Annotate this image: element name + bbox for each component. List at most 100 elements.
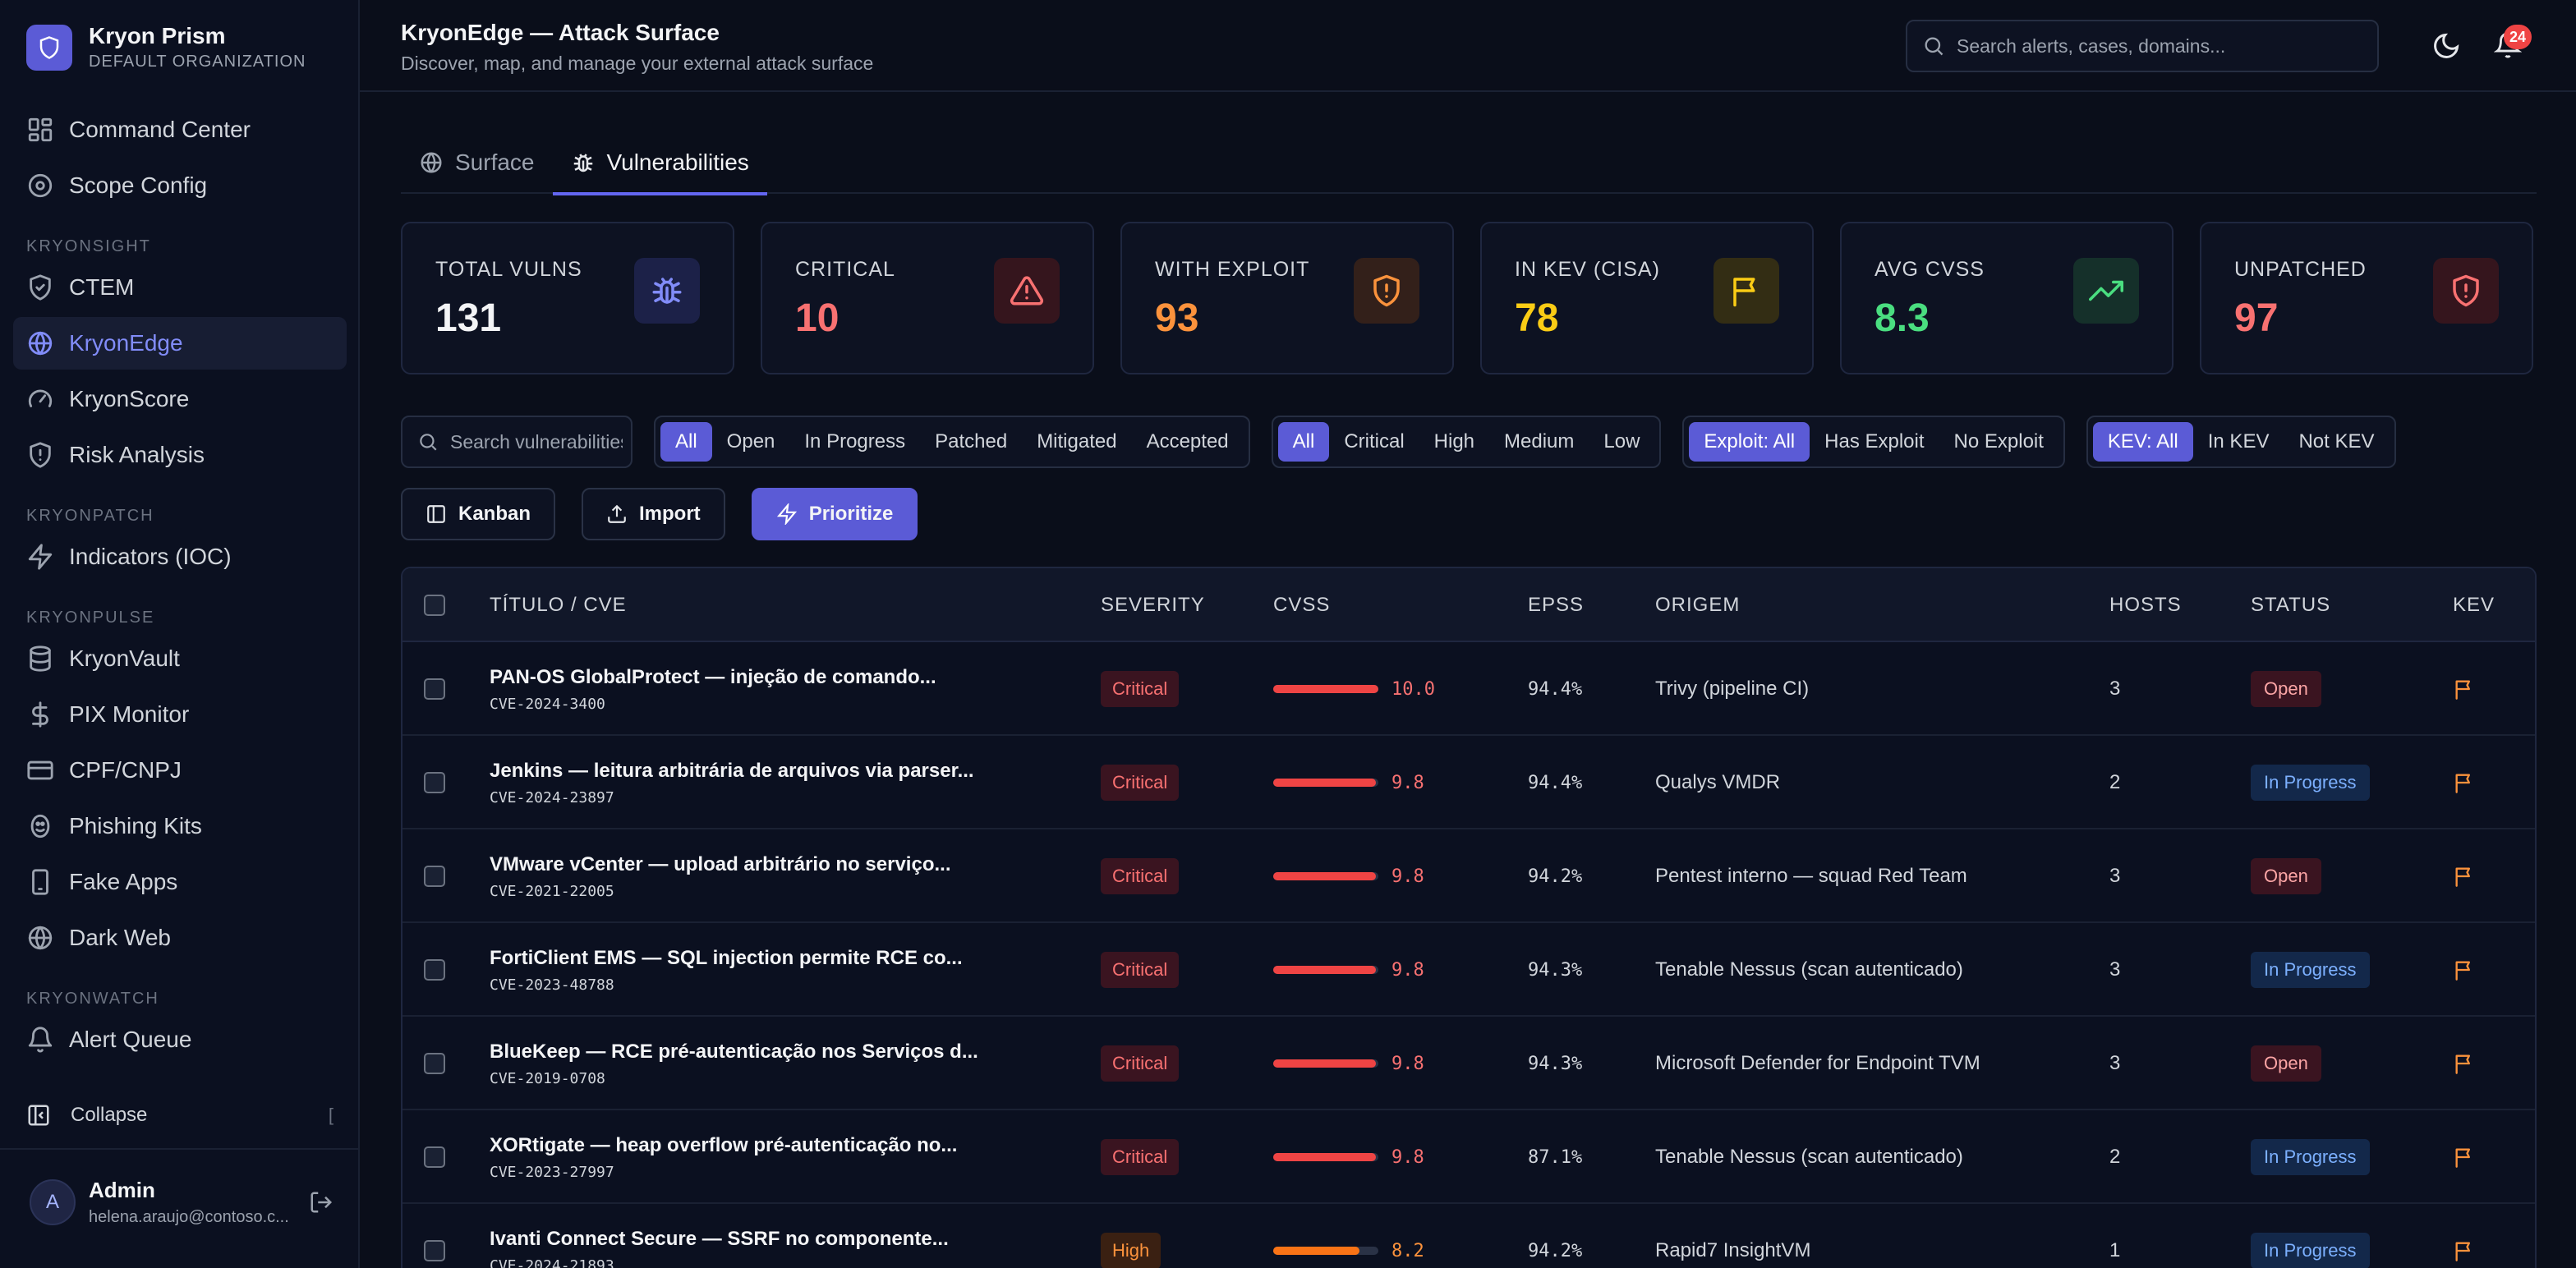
sidebar-item-label: Fake Apps <box>69 869 178 894</box>
sidebar-item-kryonedge[interactable]: KryonEdge <box>13 317 347 370</box>
sidebar-item-label: Indicators (IOC) <box>69 544 232 569</box>
row-checkbox[interactable] <box>424 678 445 700</box>
epss-value: 94.2% <box>1528 1240 1583 1261</box>
vulnerability-title[interactable]: Jenkins — leitura arbitrária de arquivos… <box>490 760 974 783</box>
status-filter-mitigated[interactable]: Mitigated <box>1022 422 1131 462</box>
column-status[interactable]: STATUS <box>2251 568 2330 642</box>
prioritize-button[interactable]: Prioritize <box>751 488 918 540</box>
vulnerability-title[interactable]: VMware vCenter — upload arbitrário no se… <box>490 853 950 876</box>
tab-label: Vulnerabilities <box>606 149 749 175</box>
status-filter-accepted[interactable]: Accepted <box>1132 422 1244 462</box>
row-checkbox[interactable] <box>424 772 445 793</box>
tab-surface[interactable]: Surface <box>401 131 553 194</box>
exploit-filter-no-exploit[interactable]: No Exploit <box>1939 422 2058 462</box>
severity-filter-high[interactable]: High <box>1419 422 1489 462</box>
collapse-button[interactable]: Collapse [ <box>26 1099 334 1132</box>
table-row[interactable]: Ivanti Connect Secure — SSRF no componen… <box>402 1204 2535 1268</box>
severity-filter-low[interactable]: Low <box>1589 422 1654 462</box>
global-search[interactable] <box>1906 20 2379 72</box>
global-search-input[interactable] <box>1957 34 2367 57</box>
cvss-bar-fill <box>1273 1153 1377 1161</box>
tabs: Surface Vulnerabilities <box>401 131 2537 195</box>
column-severity[interactable]: SEVERITY <box>1101 568 1205 642</box>
status-filter-all[interactable]: All <box>660 422 712 462</box>
column-title[interactable]: TÍTULO / CVE <box>490 568 627 642</box>
row-checkbox[interactable] <box>424 1053 445 1074</box>
sidebar-item-dark-web[interactable]: Dark Web <box>13 912 347 964</box>
vulnerability-title[interactable]: FortiClient EMS — SQL injection permite … <box>490 947 963 970</box>
sidebar-item-alert-queue[interactable]: Alert Queue <box>13 1013 347 1066</box>
kev-filter-not-kev[interactable]: Not KEV <box>2284 422 2389 462</box>
vulnerability-title[interactable]: PAN-OS GlobalProtect — injeção de comand… <box>490 666 936 689</box>
collapse-icon <box>28 1105 49 1126</box>
status-filter-patched[interactable]: Patched <box>920 422 1022 462</box>
vulnerability-search-input[interactable] <box>450 430 623 453</box>
vulnerability-title[interactable]: BlueKeep — RCE pré-autenticação nos Serv… <box>490 1041 978 1064</box>
import-button[interactable]: Import <box>582 488 725 540</box>
column-cvss[interactable]: CVSS <box>1273 568 1330 642</box>
kev-filter-kev-all[interactable]: KEV: All <box>2092 422 2193 462</box>
sidebar-item-cpf-cnpj[interactable]: CPF/CNPJ <box>13 744 347 797</box>
table-row[interactable]: FortiClient EMS — SQL injection permite … <box>402 923 2535 1017</box>
status-filter-open[interactable]: Open <box>712 422 790 462</box>
vulnerability-title[interactable]: Ivanti Connect Secure — SSRF no componen… <box>490 1228 949 1251</box>
status-badge[interactable]: In Progress <box>2251 952 2370 988</box>
page-subtitle: Discover, map, and manage your external … <box>401 53 874 74</box>
sidebar-item-indicators-ioc-[interactable]: Indicators (IOC) <box>13 531 347 583</box>
severity-filter-critical[interactable]: Critical <box>1329 422 1419 462</box>
status-badge[interactable]: In Progress <box>2251 765 2370 801</box>
severity-badge: Critical <box>1101 1139 1180 1175</box>
tab-vulnerabilities[interactable]: Vulnerabilities <box>552 131 768 195</box>
severity-filter: All Critical High Medium Low <box>1271 416 1662 468</box>
status-badge[interactable]: In Progress <box>2251 1139 2370 1175</box>
sidebar-item-scope-config[interactable]: Scope Config <box>13 159 347 212</box>
sidebar-item-label: KryonVault <box>69 645 180 671</box>
exploit-filter-exploit-all[interactable]: Exploit: All <box>1689 422 1810 462</box>
table-row[interactable]: Jenkins — leitura arbitrária de arquivos… <box>402 736 2535 829</box>
epss-value: 94.2% <box>1528 866 1583 887</box>
moon-icon[interactable] <box>2431 31 2461 61</box>
column-kev[interactable]: KEV <box>2453 568 2495 642</box>
table-row[interactable]: VMware vCenter — upload arbitrário no se… <box>402 829 2535 923</box>
severity-filter-all[interactable]: All <box>1277 422 1330 462</box>
sidebar-item-pix-monitor[interactable]: PIX Monitor <box>13 688 347 741</box>
kev-filter-in-kev[interactable]: In KEV <box>2193 422 2284 462</box>
row-checkbox[interactable] <box>424 866 445 887</box>
sidebar-item-phishing-kits[interactable]: Phishing Kits <box>13 800 347 852</box>
table-row[interactable]: XORtigate — heap overflow pré-autenticaç… <box>402 1110 2535 1204</box>
exploit-filter-has-exploit[interactable]: Has Exploit <box>1810 422 1939 462</box>
sidebar-item-kryonscore[interactable]: KryonScore <box>13 373 347 425</box>
brand[interactable]: Kryon Prism DEFAULT ORGANIZATION <box>26 23 306 71</box>
user-profile[interactable]: A Admin helena.araujo@contoso.c... <box>30 1178 334 1227</box>
severity-filter-medium[interactable]: Medium <box>1489 422 1589 462</box>
sidebar-item-risk-analysis[interactable]: Risk Analysis <box>13 429 347 481</box>
kev-flag-icon <box>2455 680 2470 700</box>
sidebar-item-command-center[interactable]: Command Center <box>13 103 347 156</box>
cvss-bar-fill <box>1273 1059 1377 1068</box>
sidebar-item-kryonvault[interactable]: KryonVault <box>13 632 347 685</box>
kanban-button[interactable]: Kanban <box>401 488 556 540</box>
sidebar-item-ctem[interactable]: CTEM <box>13 261 347 314</box>
stat-value: 93 <box>1155 296 1199 340</box>
row-checkbox[interactable] <box>424 959 445 981</box>
table-row[interactable]: PAN-OS GlobalProtect — injeção de comand… <box>402 642 2535 736</box>
shield-alert-icon <box>2453 274 2479 307</box>
dollar-icon <box>32 701 48 728</box>
logout-icon[interactable] <box>309 1190 334 1215</box>
row-checkbox[interactable] <box>424 1240 445 1261</box>
status-filter-in-progress[interactable]: In Progress <box>789 422 920 462</box>
column-epss[interactable]: EPSS <box>1528 568 1584 642</box>
select-all-checkbox[interactable] <box>424 595 445 616</box>
column-origem[interactable]: ORIGEM <box>1655 568 1740 642</box>
row-checkbox[interactable] <box>424 1146 445 1168</box>
column-hosts[interactable]: HOSTS <box>2109 568 2182 642</box>
sidebar-item-fake-apps[interactable]: Fake Apps <box>13 856 347 908</box>
status-badge[interactable]: Open <box>2251 1045 2321 1082</box>
sidebar-item-label: Dark Web <box>69 925 171 950</box>
status-badge[interactable]: Open <box>2251 858 2321 894</box>
vulnerability-search[interactable] <box>401 416 632 468</box>
status-badge[interactable]: In Progress <box>2251 1233 2370 1268</box>
status-badge[interactable]: Open <box>2251 671 2321 707</box>
vulnerability-title[interactable]: XORtigate — heap overflow pré-autenticaç… <box>490 1134 957 1157</box>
table-row[interactable]: BlueKeep — RCE pré-autenticação nos Serv… <box>402 1017 2535 1110</box>
